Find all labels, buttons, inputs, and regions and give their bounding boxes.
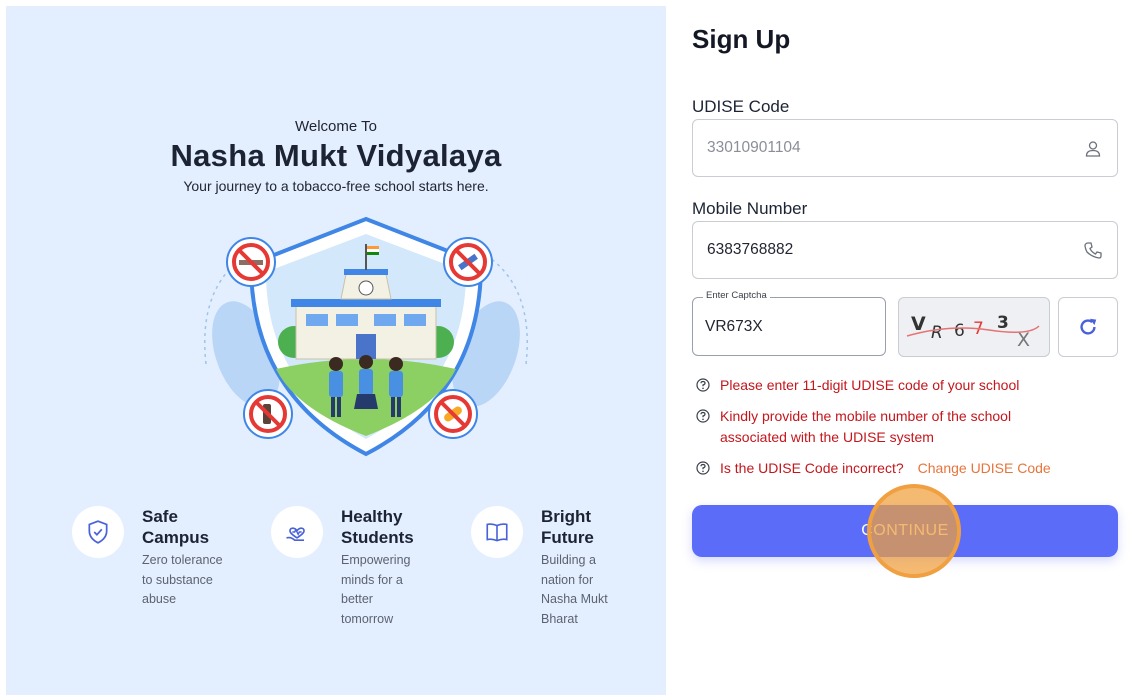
tagline: Your journey to a tobacco-free school st… bbox=[183, 178, 489, 194]
question-icon bbox=[696, 409, 710, 423]
captcha-image: V R 6 7 3 X bbox=[898, 297, 1050, 357]
heart-hand-icon bbox=[271, 506, 323, 558]
app-title: Nasha Mukt Vidyalaya bbox=[170, 138, 502, 173]
feature-healthy-students: Healthy Students Empowering minds for a bet… bbox=[271, 504, 461, 644]
feature-safe-campus: Safe Campus Zero tolerance to substance abu… bbox=[72, 504, 262, 644]
captcha-char: 3 bbox=[997, 313, 1009, 333]
no-smoking-badge bbox=[226, 237, 276, 287]
book-icon bbox=[471, 506, 523, 558]
feature-description: Zero tolerance to substance abuse bbox=[142, 553, 223, 606]
form-title: Sign Up bbox=[692, 24, 791, 54]
user-icon bbox=[1085, 141, 1101, 157]
welcome-text: Welcome To bbox=[295, 118, 377, 135]
udise-label: UDISE Code bbox=[692, 97, 790, 116]
shield-check-icon bbox=[72, 506, 124, 558]
captcha-char: R bbox=[931, 323, 943, 343]
refresh-captcha-button[interactable] bbox=[1058, 297, 1118, 357]
captcha-input[interactable] bbox=[705, 298, 875, 355]
mobile-input[interactable] bbox=[707, 222, 1067, 278]
udise-field[interactable] bbox=[692, 119, 1118, 177]
refresh-icon bbox=[1080, 318, 1097, 335]
change-udise-link[interactable]: Change UDISE Code bbox=[918, 460, 1051, 476]
question-icon bbox=[696, 378, 710, 392]
feature-title: Bright Future bbox=[541, 507, 594, 547]
mobile-label: Mobile Number bbox=[692, 199, 808, 218]
feature-bright-future: Bright Future Building a nation for Nasha M… bbox=[471, 504, 661, 644]
mobile-field[interactable] bbox=[692, 221, 1118, 279]
feature-description: Building a nation for Nasha Mukt Bharat bbox=[541, 553, 608, 626]
hint-text: Please enter 11-digit UDISE code of your… bbox=[720, 377, 1020, 393]
feature-title: Healthy Students bbox=[341, 507, 414, 547]
hint-text: Kindly provide the mobile number of the … bbox=[720, 408, 1012, 445]
feature-description: Empowering minds for a better tomorrow bbox=[341, 553, 411, 626]
question-icon bbox=[696, 461, 710, 475]
no-alcohol-badge bbox=[243, 389, 293, 439]
captcha-char: 6 bbox=[954, 321, 965, 341]
hint-text: Is the UDISE Code incorrect? bbox=[720, 460, 904, 476]
udise-input[interactable] bbox=[707, 120, 1067, 176]
welcome-panel: Welcome To Nasha Mukt Vidyalaya Your jou… bbox=[6, 6, 666, 695]
captcha-field[interactable]: Enter Captcha bbox=[692, 290, 886, 356]
no-syringe-badge bbox=[443, 237, 493, 287]
continue-button[interactable]: CONTINUE bbox=[692, 505, 1118, 557]
no-pills-badge bbox=[428, 389, 478, 439]
school-shield-illustration bbox=[204, 216, 528, 457]
phone-icon bbox=[1084, 242, 1102, 259]
feature-title: Safe Campus bbox=[142, 507, 210, 547]
